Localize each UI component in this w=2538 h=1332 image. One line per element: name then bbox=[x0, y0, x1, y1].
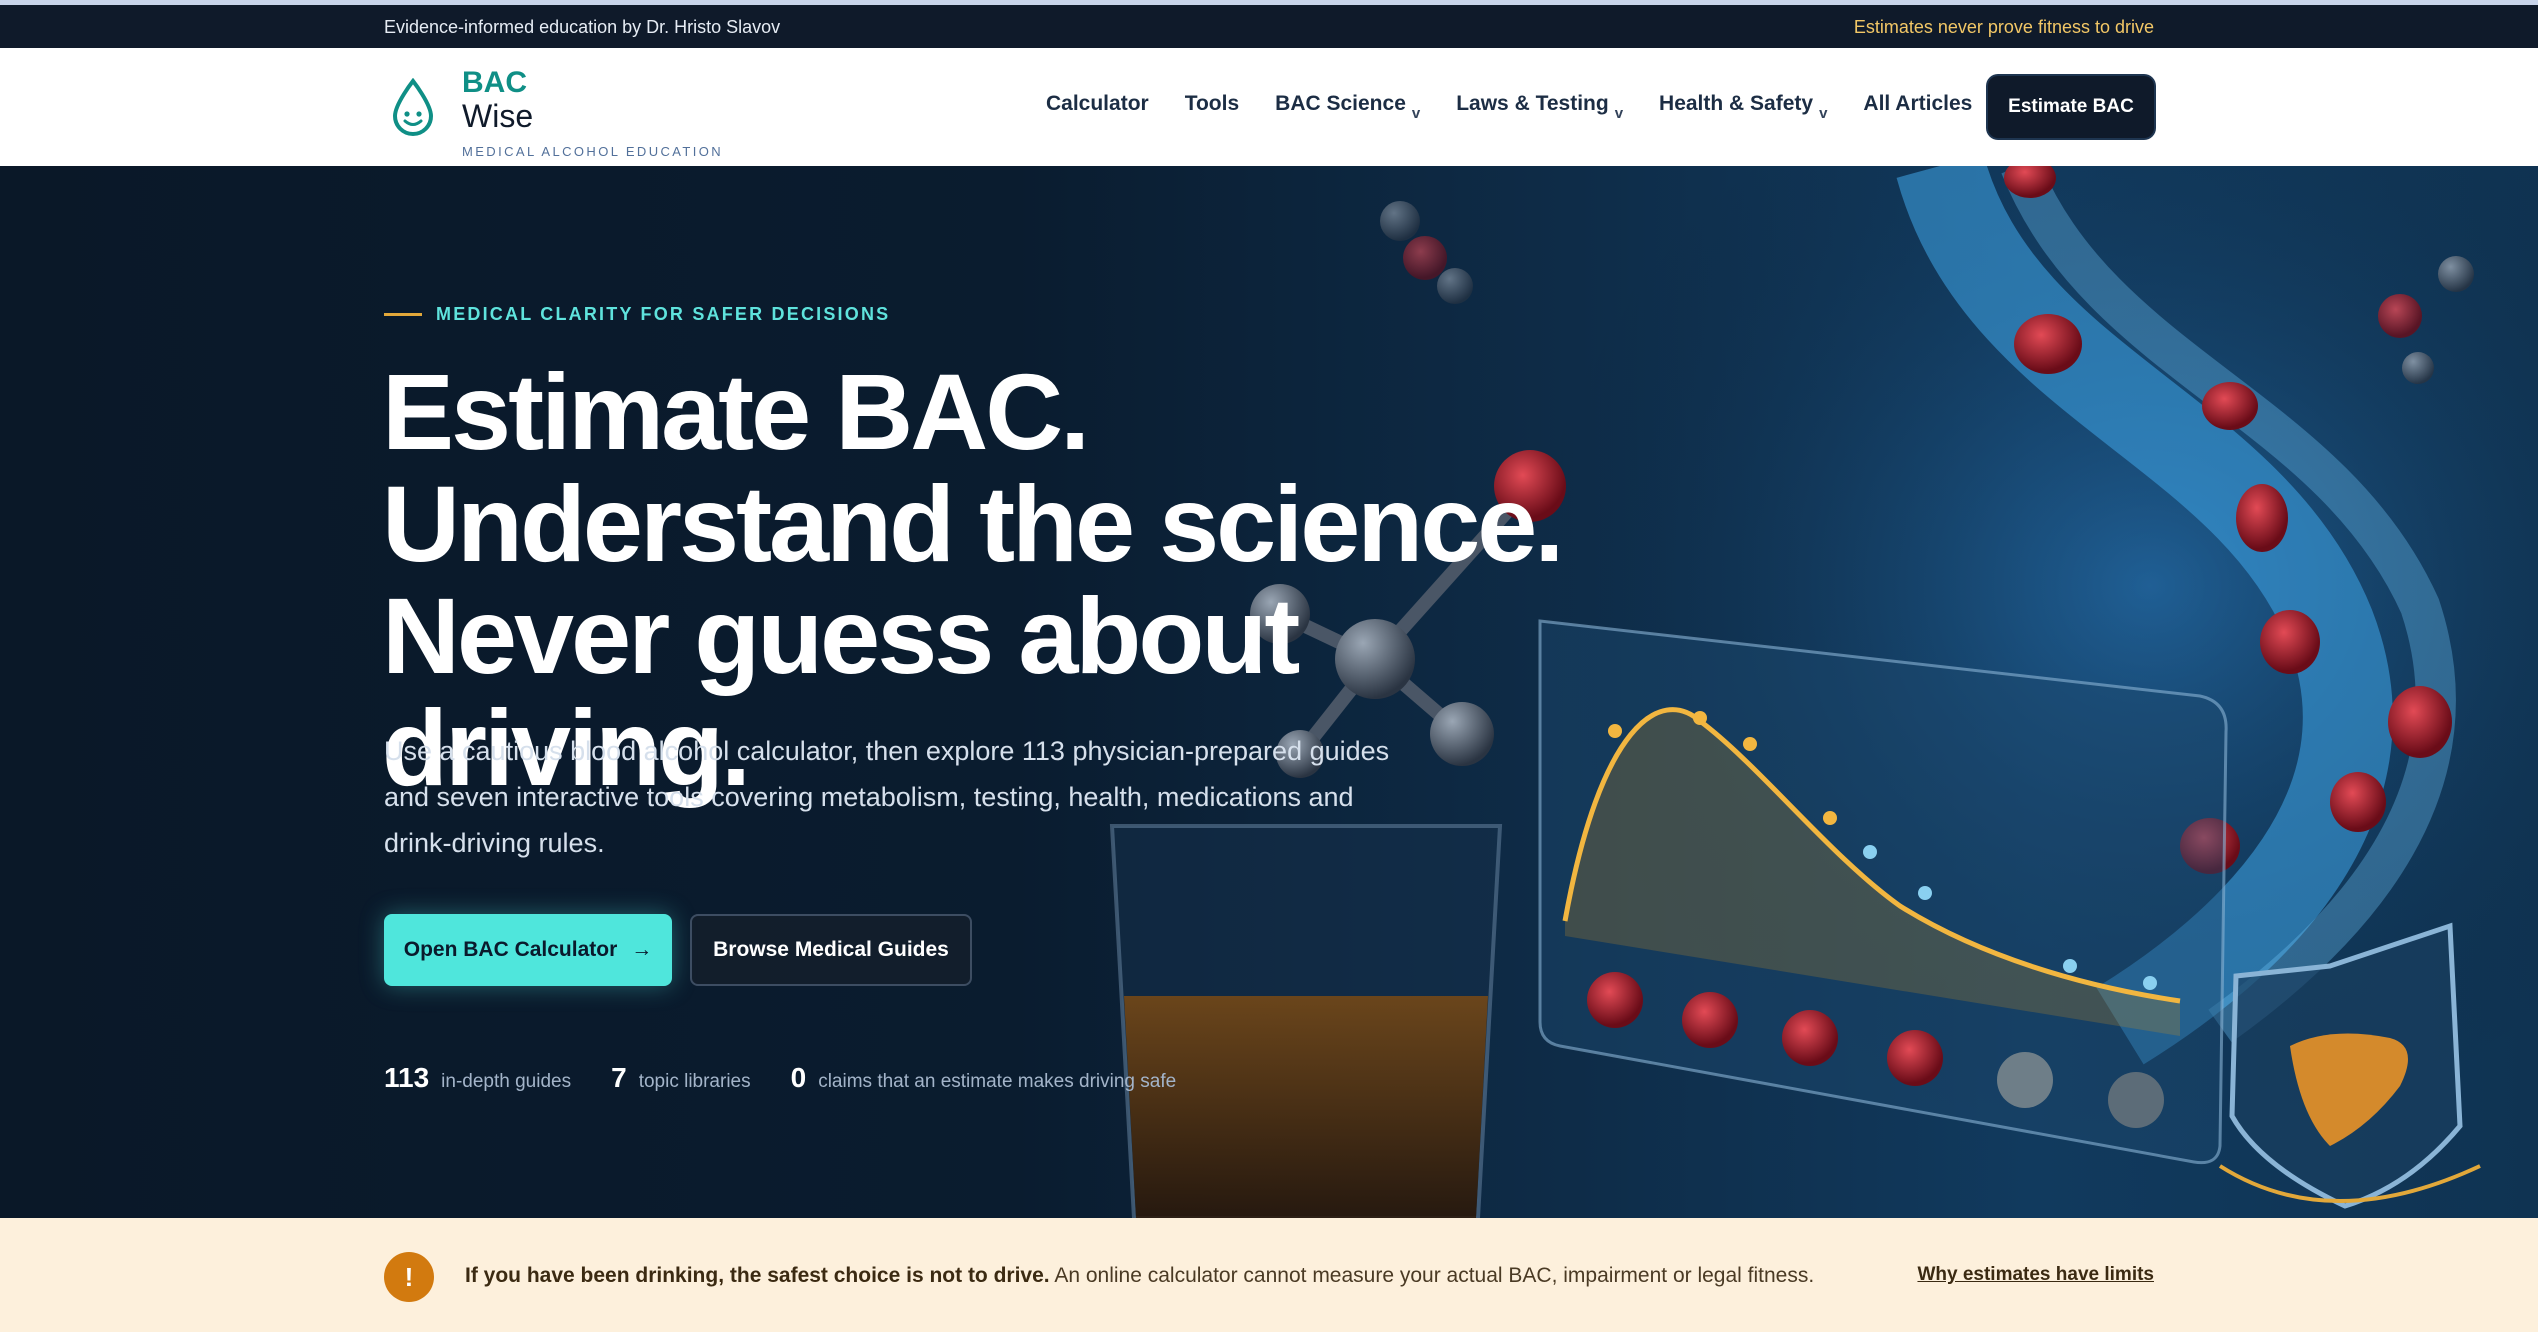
author-credit: Evidence-informed education by Dr. Hrist… bbox=[384, 17, 781, 37]
nav-tools[interactable]: Tools bbox=[1185, 92, 1239, 116]
site-header: BAC Wise MEDICAL ALCOHOL EDUCATION Calcu… bbox=[0, 48, 2538, 166]
stat-claims: 0 claims that an estimate makes driving … bbox=[791, 1062, 1177, 1094]
stat-value: 113 bbox=[384, 1062, 430, 1093]
nav-label: All Articles bbox=[1863, 92, 1973, 115]
alert-body-text: An online calculator cannot measure your… bbox=[1049, 1264, 1815, 1287]
hero-description: Use a cautious blood alcohol calculator,… bbox=[384, 736, 1390, 858]
stat-value: 0 bbox=[790, 1062, 807, 1093]
open-calculator-label: Open BAC Calculator bbox=[403, 938, 618, 961]
stat-label: claims that an estimate makes driving sa… bbox=[818, 1071, 1177, 1092]
chevron-down-icon: v bbox=[1411, 105, 1421, 122]
nav-label: Calculator bbox=[1046, 92, 1149, 115]
eyebrow-accent-line bbox=[384, 313, 422, 316]
hero-eyebrow: MEDICAL CLARITY FOR SAFER DECISIONS bbox=[384, 304, 890, 325]
browse-guides-button[interactable]: Browse Medical Guides bbox=[690, 914, 972, 986]
estimate-limits-link[interactable]: Why estimates have limits bbox=[1917, 1264, 2154, 1286]
stat-libraries: 7 topic libraries bbox=[611, 1062, 751, 1094]
nav-bac-science[interactable]: BAC Science v bbox=[1275, 92, 1420, 122]
eyebrow-text: MEDICAL CLARITY FOR SAFER DECISIONS bbox=[436, 304, 891, 324]
stat-label: in-depth guides bbox=[441, 1071, 572, 1092]
safety-notice: Estimates never prove fitness to drive bbox=[1853, 17, 2154, 37]
hero-section: MEDICAL CLARITY FOR SAFER DECISIONS Esti… bbox=[0, 166, 2538, 1218]
warning-icon: ! bbox=[384, 1252, 434, 1302]
nav-label: Tools bbox=[1184, 92, 1240, 115]
nav-all-articles[interactable]: All Articles bbox=[1863, 92, 1972, 116]
hero-stats: 113 in-depth guides 7 topic libraries 0 … bbox=[384, 1062, 1176, 1094]
brand-name-wise: Wise bbox=[462, 98, 534, 134]
estimate-bac-button[interactable]: Estimate BAC bbox=[1988, 76, 2154, 138]
chevron-down-icon: v bbox=[1819, 105, 1828, 122]
stat-value: 7 bbox=[611, 1062, 627, 1093]
arrow-right-icon: → bbox=[631, 938, 653, 961]
brand-name-bac: BAC bbox=[462, 66, 527, 99]
safety-alert-banner: ! If you have been drinking, the safest … bbox=[0, 1218, 2538, 1332]
stat-label: topic libraries bbox=[638, 1071, 751, 1092]
open-calculator-button[interactable]: Open BAC Calculator → bbox=[384, 914, 672, 986]
chevron-down-icon: v bbox=[1614, 105, 1624, 122]
main-navigation: Calculator Tools BAC Science v Laws & Tes… bbox=[1046, 92, 1972, 122]
nav-health-safety[interactable]: Health & Safety v bbox=[1659, 92, 1827, 122]
nav-label: Health & Safety bbox=[1659, 92, 1814, 115]
alert-bold-text: If you have been drinking, the safest ch… bbox=[465, 1264, 1050, 1287]
nav-laws-testing[interactable]: Laws & Testing v bbox=[1456, 92, 1623, 122]
stat-guides: 113 in-depth guides bbox=[384, 1062, 571, 1094]
brand-logo[interactable]: BAC Wise MEDICAL ALCOHOL EDUCATION bbox=[390, 66, 721, 159]
nav-calculator[interactable]: Calculator bbox=[1046, 92, 1149, 116]
alert-message: If you have been drinking, the safest ch… bbox=[465, 1264, 1814, 1288]
nav-label: Laws & Testing bbox=[1456, 92, 1609, 115]
nav-label: BAC Science bbox=[1275, 92, 1406, 115]
water-drop-smile-icon bbox=[392, 78, 434, 136]
announcement-bar: Evidence-informed education by Dr. Hrist… bbox=[0, 0, 2538, 48]
brand-tagline: MEDICAL ALCOHOL EDUCATION bbox=[462, 144, 724, 159]
